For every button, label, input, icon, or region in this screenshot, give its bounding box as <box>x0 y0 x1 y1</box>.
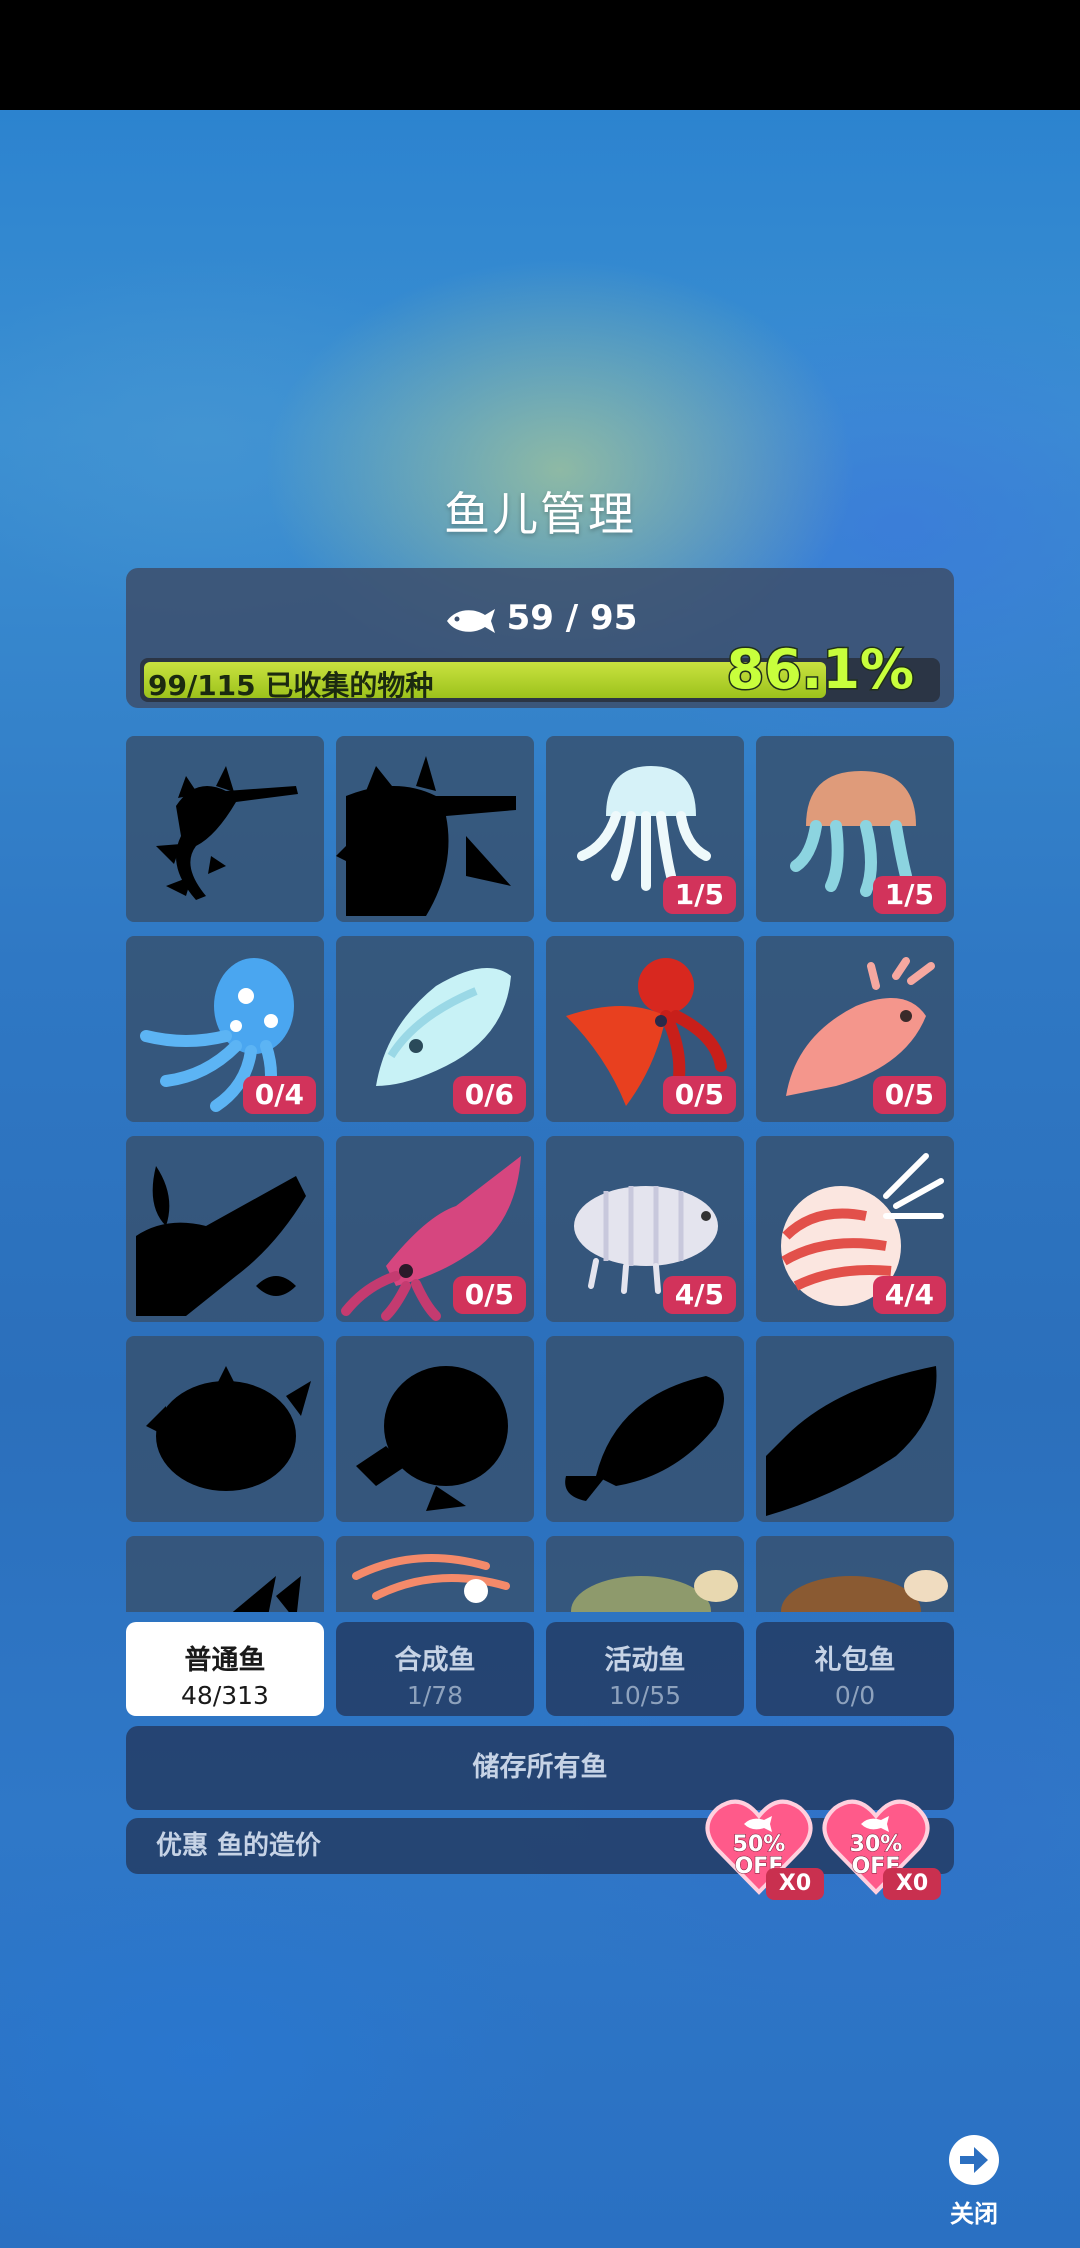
fish-cell-nautilus[interactable]: 4/4 <box>756 1136 954 1322</box>
tab-normal-fish[interactable]: 普通鱼 48/313 <box>126 1622 324 1716</box>
fish-cell-pink-squid[interactable]: 0/5 <box>336 1136 534 1322</box>
fish-cell-green-sea-turtle[interactable] <box>546 1536 744 1612</box>
coupon-qty: X0 <box>883 1868 941 1900</box>
fish-cell-frogfish-silhouette[interactable] <box>336 1336 534 1522</box>
fish-cell-moon-jellyfish[interactable]: 1/5 <box>546 736 744 922</box>
fish-cell-coelacanth-silhouette[interactable] <box>756 1336 954 1522</box>
discount-label: 优惠 鱼的造价 <box>156 1831 322 1861</box>
fish-cell-loggerhead-turtle[interactable] <box>756 1536 954 1612</box>
leafy-seadragon-icon <box>156 766 298 900</box>
fish-count-badge: 1/5 <box>872 876 946 914</box>
tab-label: 活动鱼 <box>604 1645 686 1676</box>
fish-cell-pink-shrimp[interactable]: 0/5 <box>756 936 954 1122</box>
fish-grid: 1/5 1/5 0/4 0/6 0/5 0/5 0/5 4/5 4/4 <box>126 712 954 1612</box>
coelacanth-silhouette-icon <box>766 1366 937 1516</box>
close-label: 关闭 <box>950 2200 998 2228</box>
tab-gift-pack-fish[interactable]: 礼包鱼 0/0 <box>756 1622 954 1716</box>
tab-event-fish[interactable]: 活动鱼 10/55 <box>546 1622 744 1716</box>
fish-count-badge: 4/4 <box>872 1276 946 1314</box>
giant-squid-icon <box>352 1554 510 1603</box>
shark-silhouette-icon <box>232 1576 301 1612</box>
fish-cell-rainbow-jellyfish[interactable]: 1/5 <box>756 736 954 922</box>
fish-count-badge: 0/5 <box>662 1076 736 1114</box>
tab-synthesized-fish[interactable]: 合成鱼 1/78 <box>336 1622 534 1716</box>
fish-cell-squid-silhouette[interactable] <box>126 1136 324 1322</box>
coupon-50-off[interactable]: 50% OFF X0 <box>704 1796 824 1906</box>
frogfish-silhouette-icon <box>356 1366 508 1511</box>
fish-cell-giant-squid[interactable] <box>336 1536 534 1612</box>
fish-count-badge: 4/5 <box>662 1276 736 1314</box>
fish-cell-shark-silhouette[interactable] <box>126 1536 324 1612</box>
tab-label: 礼包鱼 <box>814 1645 896 1676</box>
grouper-silhouette-icon <box>565 1376 724 1501</box>
loggerhead-turtle-icon <box>781 1570 948 1612</box>
fish-cell-dumbo-octopus[interactable]: 0/5 <box>546 936 744 1122</box>
fish-cell-weedy-seadragon[interactable] <box>336 736 534 922</box>
tab-label: 合成鱼 <box>394 1645 476 1676</box>
arrow-right-circle-icon <box>949 2135 999 2185</box>
squid-silhouette-icon <box>136 1166 306 1316</box>
page-title: 鱼儿管理 <box>444 487 636 541</box>
tab-count: 48/313 <box>181 1681 269 1710</box>
tab-count: 10/55 <box>608 1681 682 1710</box>
fish-cell-leafy-seadragon[interactable] <box>126 736 324 922</box>
close-button[interactable]: 关闭 <box>944 2134 1004 2228</box>
fish-count-badge: 1/5 <box>662 876 736 914</box>
species-progress-label: 99/115 已收集的物种 <box>148 669 434 702</box>
collection-summary: 59 / 95 99/115 已收集的物种 86.1% <box>126 568 954 708</box>
tab-count: 1/78 <box>406 1681 464 1710</box>
fish-count-badge: 0/5 <box>452 1276 526 1314</box>
fish-icon <box>446 609 495 633</box>
status-bar <box>0 0 1080 110</box>
fish-cell-grouper-silhouette[interactable] <box>546 1336 744 1522</box>
fish-cell-pufferfish-silhouette[interactable] <box>126 1336 324 1522</box>
fish-count-badge: 0/6 <box>452 1076 526 1114</box>
coupon-qty: X0 <box>766 1868 824 1900</box>
fish-cell-cuttlefish[interactable]: 0/6 <box>336 936 534 1122</box>
species-progress-percent: 86.1% <box>725 637 915 703</box>
fish-cell-isopod[interactable]: 4/5 <box>546 1136 744 1322</box>
fish-count: 59 / 95 <box>126 598 954 638</box>
green-sea-turtle-icon <box>571 1570 738 1612</box>
fish-count-badge: 0/4 <box>242 1076 316 1114</box>
pufferfish-silhouette-icon <box>146 1366 311 1491</box>
coupon-30-off[interactable]: 30% OFF X0 <box>821 1796 941 1906</box>
fish-cell-blue-ringed-octopus[interactable]: 0/4 <box>126 936 324 1122</box>
tab-label: 普通鱼 <box>184 1645 266 1676</box>
tab-count: 0/0 <box>834 1681 876 1710</box>
weedy-seadragon-icon <box>336 756 516 916</box>
fish-count-badge: 0/5 <box>872 1076 946 1114</box>
fish-count-value: 59 / 95 <box>506 598 638 638</box>
